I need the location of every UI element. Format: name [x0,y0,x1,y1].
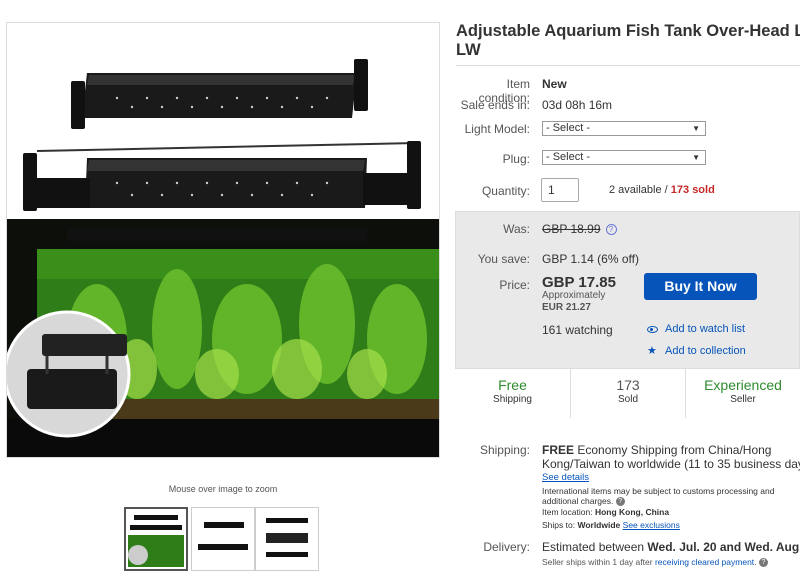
quantity-input[interactable]: 1 [541,178,579,202]
sold-count: 173 sold [670,184,715,196]
approx-label: Approximately [542,290,606,301]
star-icon: ★ [647,345,657,357]
eye-icon [647,326,658,333]
info-icon[interactable]: ? [605,224,617,236]
quantity-label: Quantity: [481,184,530,198]
customs-line-2: additional charges. [542,496,614,506]
aquarium-photo [7,219,439,457]
stat-seller: Experienced Seller [685,369,800,418]
delivery-note: Seller ships within 1 day after receivin… [542,557,768,568]
delivery-label: Delivery: [483,540,530,554]
light-model-selected: - Select - [546,122,591,134]
was-label: Was: [503,222,530,236]
delivery-note-prefix: Seller ships within 1 day after [542,557,653,567]
stat-shipping: Free Shipping [455,369,570,418]
delivery-estimate: Estimated between Wed. Jul. 20 and Wed. … [542,540,800,554]
stat-shipping-value: Free [498,377,527,393]
stat-seller-value: Experienced [704,377,782,393]
stat-sold: 173 Sold [570,369,685,418]
ends-value: 03d 08h 16m [542,98,613,112]
plug-select[interactable]: - Select - ▼ [542,150,706,165]
ends-label: Sale ends in: [460,98,530,112]
thumbnail-image [266,518,308,557]
see-details-link[interactable]: See details [542,472,589,483]
thumbnail-image [198,522,248,550]
thumbnail-image [128,515,184,567]
light-model-label: Light Model: [464,122,530,136]
shipping-free: FREE [542,443,575,457]
condition-value: New [542,77,567,91]
watching-count: 161 watching [542,323,613,337]
help-icon[interactable]: ? [758,558,768,568]
was-price: GBP 18.99? [542,222,617,236]
chevron-down-icon: ▼ [692,153,700,162]
delivery-note-suffix: . [754,557,757,567]
location-value: Hong Kong, China [594,507,670,517]
shipping-line-1: Economy Shipping from China/Hong [577,443,772,457]
price-value: GBP 17.85 [542,274,616,291]
location-label: Item location: [542,507,593,517]
ships-to-value: Worldwide [577,520,621,530]
ships-to: Ships to: Worldwide See exclusions [542,520,680,530]
availability: 2 available / 173 sold [609,184,715,196]
add-to-collection-link[interactable]: Add to collection [665,345,746,357]
buy-it-now-button[interactable]: Buy It Now [644,273,757,300]
chevron-down-icon: ▼ [692,124,700,133]
price-label: Price: [499,278,530,292]
help-icon[interactable]: ? [615,497,625,507]
see-exclusions-link[interactable]: See exclusions [623,520,680,530]
add-to-watch-list-link[interactable]: Add to watch list [665,323,745,335]
stat-sold-value: 173 [616,377,640,393]
product-title: Adjustable Aquarium Fish Tank Over-Head … [456,22,800,60]
available-count: 2 available / [609,184,668,196]
plug-selected: - Select - [546,151,591,163]
shipping-line-2: Kong/Taiwan to worldwide (11 to 35 busin… [542,457,800,471]
item-location: Item location: Hong Kong, China [542,507,669,517]
light-model-select[interactable]: - Select - ▼ [542,121,706,136]
stat-shipping-label: Shipping [493,394,532,405]
lamp-product-photo [7,23,439,219]
delivery-dates: Wed. Jul. 20 and Wed. Aug. 2 [647,540,800,554]
customs-note: International items may be subject to cu… [542,486,797,507]
zoom-hint: Mouse over image to zoom [168,484,278,494]
shipping-label: Shipping: [479,443,530,457]
customs-line-1: International items may be subject to cu… [542,486,775,496]
save-value: GBP 1.14 (6% off) [542,252,639,266]
thumbnail-2[interactable] [191,507,255,571]
cleared-payment-link[interactable]: receiving cleared payment [655,557,754,567]
stat-seller-label: Seller [730,394,756,405]
ships-to-label: Ships to: [542,520,576,530]
main-product-image[interactable] [6,22,440,458]
approx-value: EUR 21.27 [542,302,591,313]
shipping-info: FREE Economy Shipping from China/Hong Ko… [542,443,800,471]
title-line-1: Adjustable Aquarium Fish Tank Over-Head … [456,22,800,40]
save-label: You save: [477,252,530,266]
divider [456,65,800,66]
thumbnail-1[interactable] [124,507,188,571]
thumbnail-3[interactable] [255,507,319,571]
plug-label: Plug: [502,152,530,166]
delivery-prefix: Estimated between [542,540,645,554]
stat-sold-label: Sold [617,394,638,405]
was-value: GBP 18.99 [542,222,601,236]
stats-bar: Free Shipping 173 Sold Experienced Selle… [455,368,800,418]
title-line-2: LW [456,41,481,59]
